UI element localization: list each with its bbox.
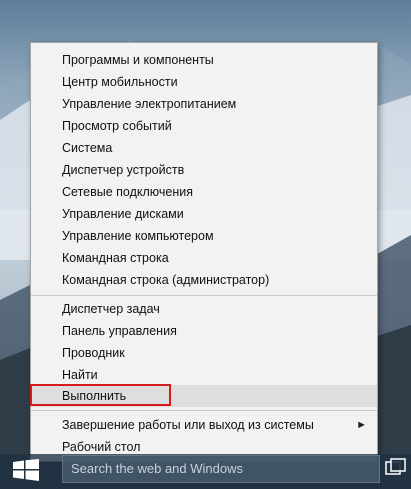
- menu-item-label: Управление компьютером: [62, 229, 214, 243]
- menu-item-label: Командная строка: [62, 251, 169, 265]
- search-placeholder: Search the web and Windows: [71, 461, 243, 476]
- menu-item-label: Просмотр событий: [62, 119, 172, 133]
- menu-item-search[interactable]: Найти: [31, 364, 377, 386]
- search-input[interactable]: Search the web and Windows: [62, 455, 380, 483]
- menu-item-label: Выполнить: [62, 389, 127, 403]
- menu-item-shutdown-signout[interactable]: Завершение работы или выход из системы ►: [31, 414, 377, 436]
- menu-item-network-connections[interactable]: Сетевые подключения: [31, 181, 377, 203]
- chevron-right-icon: ►: [356, 419, 367, 431]
- menu-item-system[interactable]: Система: [31, 137, 377, 159]
- menu-item-label: Завершение работы или выход из системы: [62, 418, 314, 432]
- menu-item-label: Управление электропитанием: [62, 97, 237, 111]
- menu-item-label: Управление дисками: [62, 207, 184, 221]
- menu-item-file-explorer[interactable]: Проводник: [31, 342, 377, 364]
- menu-item-run[interactable]: Выполнить: [30, 384, 377, 407]
- menu-item-command-prompt-admin[interactable]: Командная строка (администратор): [31, 269, 377, 291]
- menu-item-command-prompt[interactable]: Командная строка: [31, 247, 377, 269]
- menu-item-label: Диспетчер задач: [62, 302, 160, 316]
- menu-item-label: Программы и компоненты: [62, 53, 214, 67]
- menu-item-label: Центр мобильности: [62, 75, 178, 89]
- menu-item-label: Проводник: [62, 346, 125, 360]
- menu-item-label: Найти: [62, 368, 98, 382]
- menu-item-programs-features[interactable]: Программы и компоненты: [31, 49, 377, 71]
- menu-item-power-options[interactable]: Управление электропитанием: [31, 93, 377, 115]
- menu-separator: [31, 295, 377, 296]
- menu-separator: [31, 410, 377, 411]
- menu-item-label: Панель управления: [62, 324, 177, 338]
- menu-item-event-viewer[interactable]: Просмотр событий: [31, 115, 377, 137]
- menu-item-label: Сетевые подключения: [62, 185, 194, 199]
- menu-item-disk-management[interactable]: Управление дисками: [31, 203, 377, 225]
- menu-item-label: Диспетчер устройств: [62, 163, 185, 177]
- menu-item-task-manager[interactable]: Диспетчер задач: [31, 298, 377, 320]
- task-view-icon[interactable]: [385, 458, 407, 478]
- windows-logo-icon[interactable]: [13, 459, 39, 481]
- menu-item-label: Командная строка (администратор): [62, 273, 270, 287]
- menu-item-label: Система: [62, 141, 113, 155]
- menu-item-mobility-center[interactable]: Центр мобильности: [31, 71, 377, 93]
- winx-context-menu: Программы и компоненты Центр мобильности…: [30, 42, 378, 462]
- menu-item-computer-management[interactable]: Управление компьютером: [31, 225, 377, 247]
- menu-item-device-manager[interactable]: Диспетчер устройств: [31, 159, 377, 181]
- menu-item-control-panel[interactable]: Панель управления: [31, 320, 377, 342]
